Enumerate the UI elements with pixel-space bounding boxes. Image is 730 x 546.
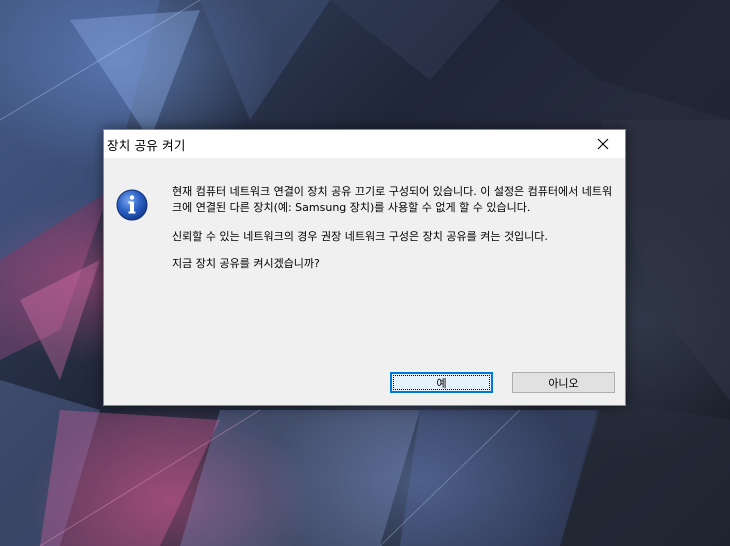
focus-ring: [393, 375, 490, 390]
no-button[interactable]: 아니오: [512, 372, 615, 393]
device-sharing-dialog: 장치 공유 켜기 현재 컴퓨터 네트워크 연결이 장치 공유 끄기로 구성되어 …: [103, 129, 626, 406]
dialog-message-recommendation: 신뢰할 수 있는 네트워크의 경우 권장 네트워크 구성은 장치 공유를 켜는 …: [172, 230, 548, 243]
close-icon: [597, 138, 609, 150]
dialog-titlebar: 장치 공유 켜기: [104, 130, 625, 158]
yes-button[interactable]: 예: [390, 372, 493, 393]
close-button[interactable]: [581, 130, 625, 158]
dialog-message-main: 현재 컴퓨터 네트워크 연결이 장치 공유 끄기로 구성되어 있습니다. 이 설…: [172, 185, 613, 214]
dialog-message-question: 지금 장치 공유를 켜시겠습니까?: [172, 257, 320, 270]
info-icon: [116, 189, 148, 221]
no-button-label: 아니오: [548, 376, 579, 390]
dialog-title: 장치 공유 켜기: [107, 138, 186, 153]
